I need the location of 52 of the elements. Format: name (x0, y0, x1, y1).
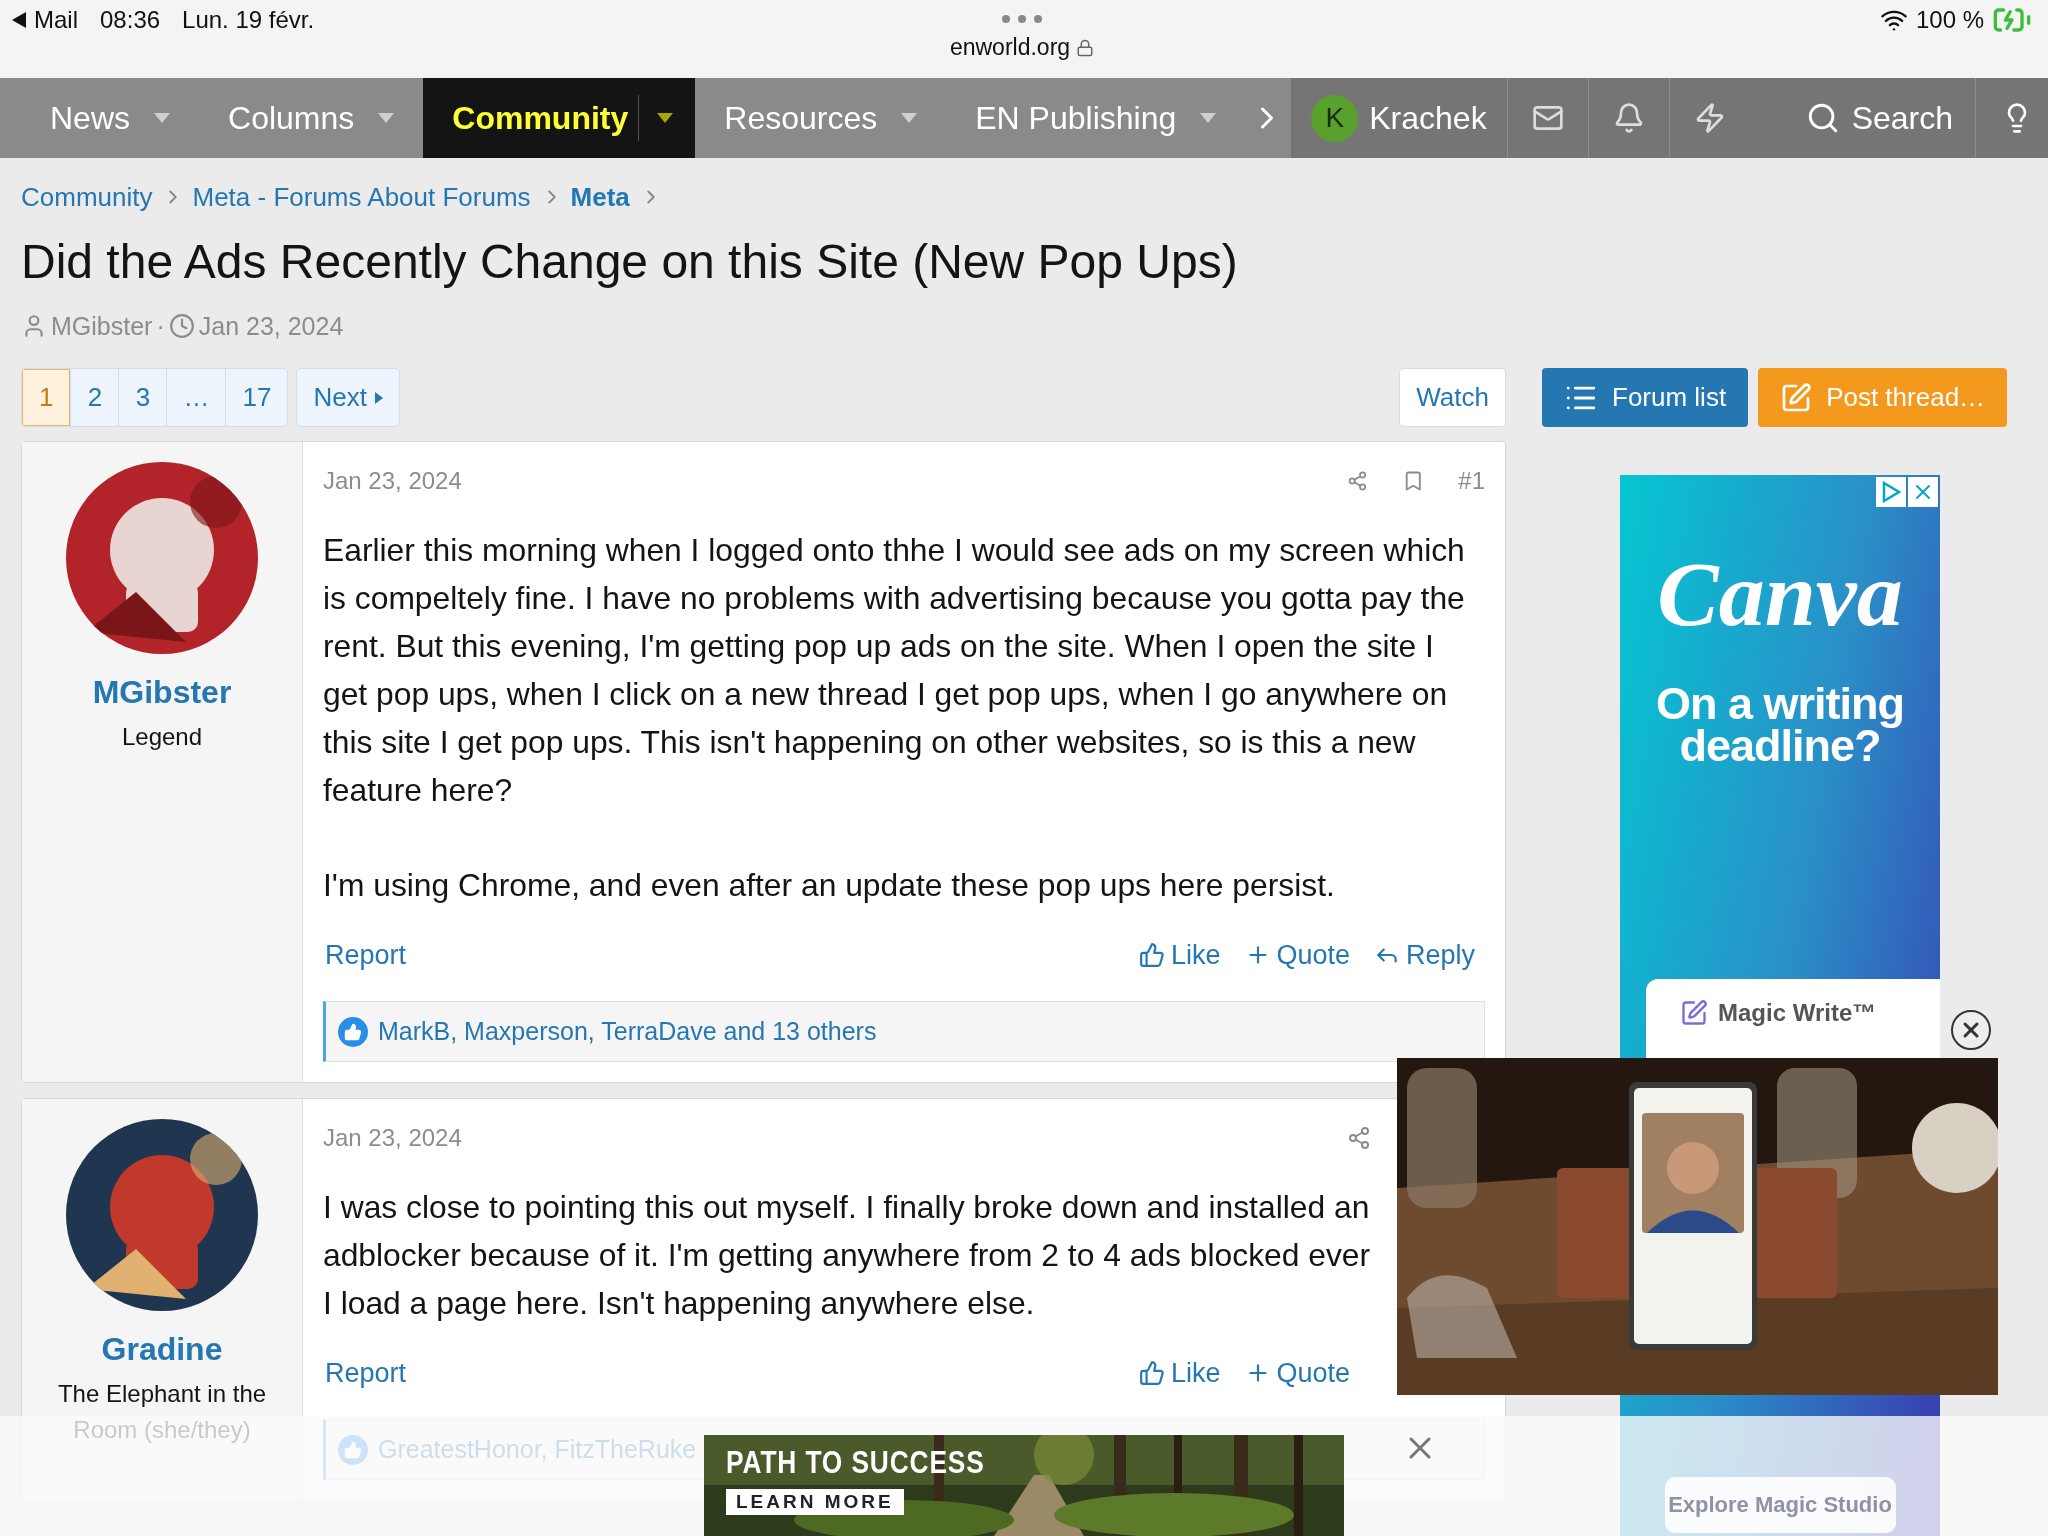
quote-link[interactable]: Quote (1244, 939, 1351, 971)
watch-button[interactable]: Watch (1399, 368, 1506, 427)
back-app-label[interactable]: Mail (34, 6, 78, 34)
username-link[interactable]: Gradine (101, 1331, 223, 1368)
breadcrumb-link[interactable]: Meta (570, 181, 630, 213)
page-link[interactable]: 2 (70, 369, 119, 426)
nav-tab[interactable]: Community (423, 78, 696, 158)
thread-date: Jan 23, 2024 (198, 311, 344, 341)
reactions-link[interactable]: MarkB, Maxperson, TerraDave and 13 others (378, 1017, 877, 1046)
author-link[interactable]: MGibster (51, 311, 153, 341)
user-avatar: K (1311, 94, 1359, 142)
breadcrumb-link[interactable]: Community (21, 181, 153, 213)
separator-dot: · (156, 311, 165, 341)
status-date: Lun. 19 févr. (182, 6, 315, 34)
post-paragraph: I was close to pointing this out myself. I finally broke down and installed an adblocker because of it. I'm getting anywhere from 2 to 4 ads blocked ever I load a page here. Isn't happening anywhere else. (323, 1188, 1372, 1323)
ad-feature: Magic Write™ (1718, 999, 1877, 1027)
page-link[interactable]: 3 (118, 369, 167, 426)
ad-brand: Canva (1657, 542, 1903, 647)
learn-more-button[interactable]: LEARN MORE (726, 1489, 904, 1515)
post-date: Jan 23, 2024 (323, 1124, 462, 1152)
nav-tab[interactable]: Resources (695, 78, 947, 158)
nav-tab[interactable]: Columns (199, 78, 424, 158)
like-link[interactable]: Like (1139, 1357, 1221, 1389)
like-link[interactable]: Like (1139, 939, 1221, 971)
url-field[interactable]: enworld.org (949, 34, 1095, 61)
breadcrumb-link[interactable]: Meta - Forums About Forums (192, 181, 531, 213)
ad-cta-button[interactable]: Explore Magic Studio (1664, 1477, 1896, 1533)
page-link[interactable]: 17 (225, 369, 288, 426)
page-link[interactable]: … (166, 369, 226, 426)
thread-title: Did the Ads Recently Change on this Site (New Pop Ups) (21, 234, 1239, 290)
search-button[interactable]: Search (1765, 78, 1976, 158)
user-title: Legend (120, 722, 204, 752)
post-date: Jan 23, 2024 (323, 467, 462, 495)
post-paragraph: I'm using Chrome, and even after an update these pop ups here persist. (323, 866, 1336, 905)
forum-list-button[interactable]: Forum list (1542, 368, 1749, 427)
nav-tab[interactable]: News (21, 78, 199, 158)
username-link[interactable]: MGibster (92, 674, 232, 711)
post-thread-button[interactable]: Post thread… (1758, 368, 2008, 427)
report-link[interactable]: Report (325, 939, 407, 971)
nav-tab[interactable]: EN Publishing (946, 78, 1246, 158)
page-link[interactable]: 1 (22, 369, 71, 426)
report-link[interactable]: Report (325, 1357, 407, 1389)
next-page-button[interactable]: Next (296, 368, 400, 427)
battery-percent: 100 % (1915, 6, 1984, 34)
status-time: 08:36 (100, 6, 161, 34)
user-menu[interactable]: K Krachek (1291, 78, 1507, 158)
ad-headline: On a writing deadline? (1655, 683, 1905, 767)
reply-link[interactable]: Reply (1374, 939, 1476, 971)
banner-headline: PATH TO SUCCESS (726, 1445, 985, 1481)
quote-link[interactable]: Quote (1244, 1357, 1351, 1389)
post-number[interactable]: #1 (1458, 467, 1485, 495)
post-paragraph: Earlier this morning when I logged onto thhe I would see ads on my screen which is compeltely fine. I have no problems with advertising because you gotta pay the rent. But this evening, I'm getting pop up ads on the site. When I open the site I get pop ups, when I click on a new thread I get pop ups, when I go anywhere on this site I get pop ups. This isn't happening on other websites, so is this a new feature here? (323, 531, 1466, 810)
